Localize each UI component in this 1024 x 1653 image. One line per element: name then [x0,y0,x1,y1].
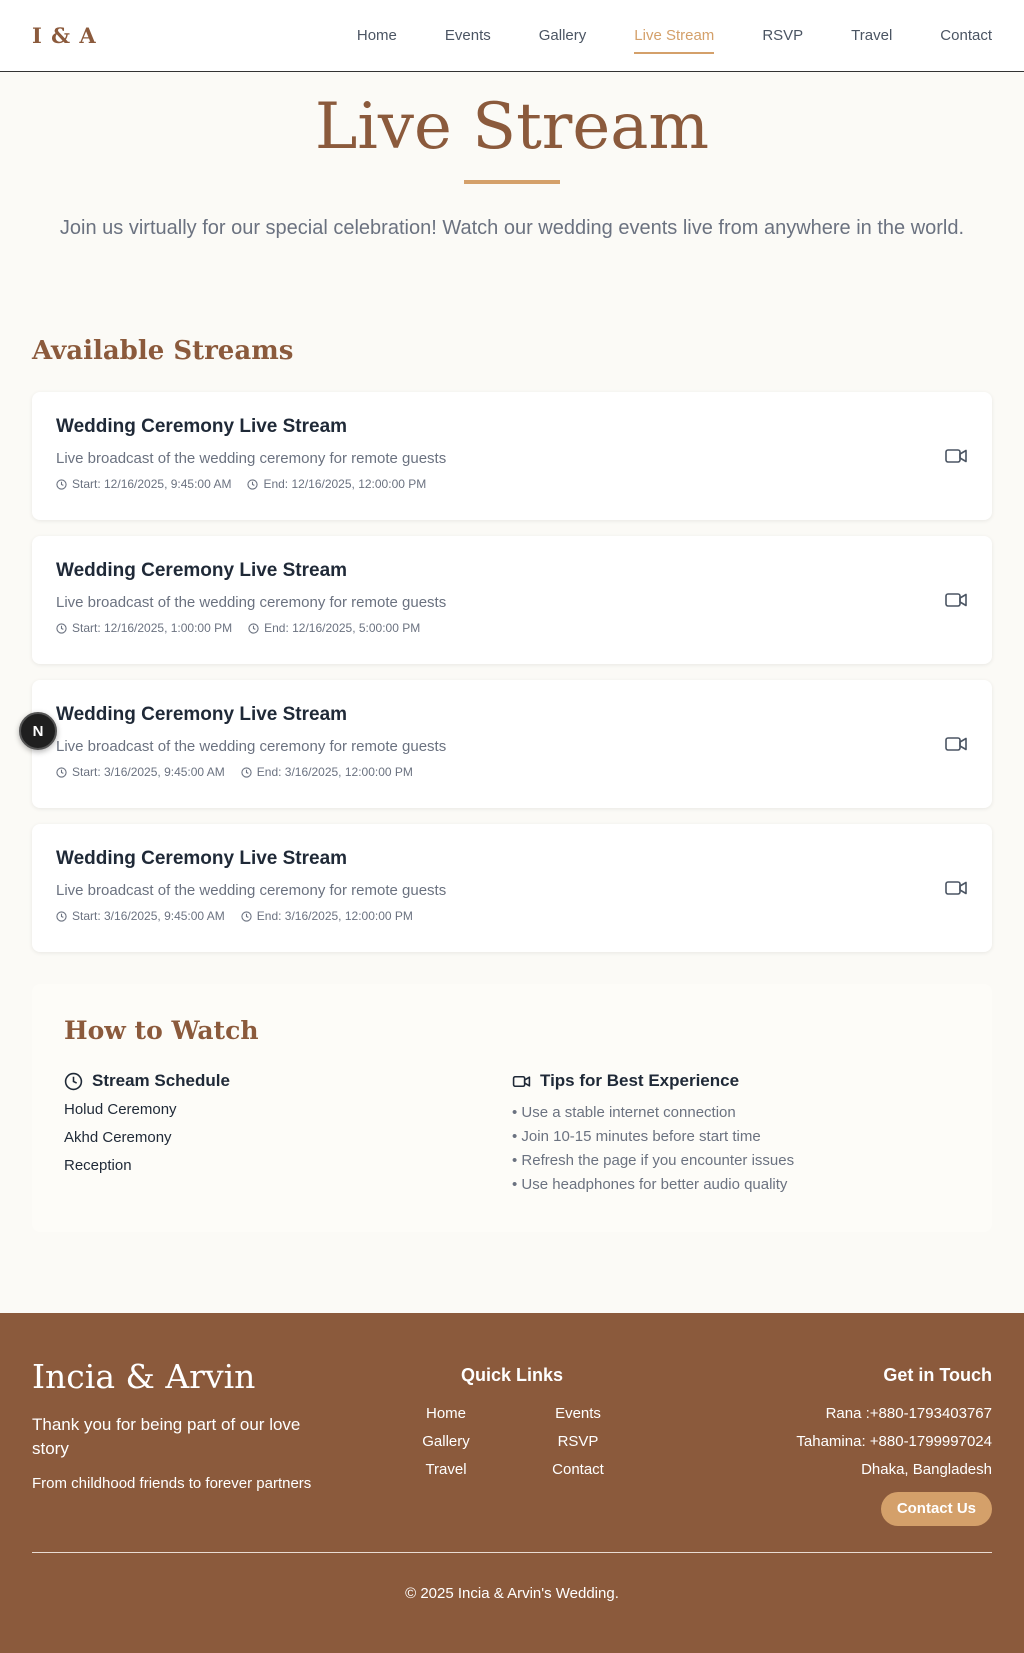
nav-links: Home Events Gallery Live Stream RSVP Tra… [309,21,992,54]
tip-item: • Join 10-15 minutes before start time [512,1128,761,1145]
clock-icon [56,622,67,634]
stream-end-text: End: 12/16/2025, 12:00:00 PM [263,477,427,491]
footer-link-travel[interactable]: Travel [380,1461,512,1479]
stream-description: Live broadcast of the wedding ceremony f… [56,738,447,755]
tips-list: • Use a stable internet connection • Joi… [512,1101,960,1197]
stream-description: Live broadcast of the wedding ceremony f… [56,882,447,899]
nav-link-contact[interactable]: Contact [940,21,992,50]
video-camera-icon[interactable] [944,444,968,468]
video-camera-icon[interactable] [944,732,968,756]
stream-title: Wedding Ceremony Live Stream [56,416,348,437]
clock-icon [248,622,259,634]
stream-start-text: Start: 12/16/2025, 1:00:00 PM [72,621,233,635]
stream-card[interactable]: Wedding Ceremony Live Stream Live broadc… [32,824,992,952]
nav-link-events[interactable]: Events [445,21,491,50]
how-to-watch-columns: Stream Schedule Holud Ceremony Akhd Cere… [64,1071,960,1197]
video-camera-icon [512,1075,531,1087]
footer-link-contact[interactable]: Contact [512,1461,644,1479]
contact-phone-rana: Rana :+880-1793403767 [825,1405,992,1422]
stream-card[interactable]: Wedding Ceremony Live Stream Live broadc… [32,536,992,664]
tip-item: • Refresh the page if you encounter issu… [512,1152,795,1169]
stream-times: Start: 12/16/2025, 1:00:00 PM End: 12/16… [56,621,968,635]
stream-times: Start: 3/16/2025, 9:45:00 AM End: 3/16/2… [56,765,968,779]
stream-description: Live broadcast of the wedding ceremony f… [56,594,447,611]
stream-title: Wedding Ceremony Live Stream [56,560,348,581]
stream-start-text: Start: 3/16/2025, 9:45:00 AM [72,765,225,779]
dev-tools-button[interactable]: N [19,712,57,750]
video-camera-icon[interactable] [944,876,968,900]
contact-info: Rana :+880-1793403767 Tahamina: +880-179… [796,1405,992,1489]
page-title: Live Stream [314,90,710,164]
how-to-watch-section: How to Watch Stream Schedule Holud Cerem… [32,984,992,1232]
stream-card[interactable]: Wedding Ceremony Live Stream Live broadc… [32,680,992,808]
schedule-item: Holud Ceremony [64,1101,177,1118]
stream-start: Start: 12/16/2025, 9:45:00 AM [56,477,231,491]
stream-description: Live broadcast of the wedding ceremony f… [56,450,447,467]
page-subtitle: Join us virtually for our special celebr… [59,217,965,239]
site-logo[interactable]: I & A [32,23,97,48]
stream-title: Wedding Ceremony Live Stream [56,848,348,869]
clock-icon [56,766,67,778]
tips-heading: Tips for Best Experience [512,1071,960,1091]
how-to-watch-heading: How to Watch [64,1016,259,1045]
stream-start: Start: 3/16/2025, 9:45:00 AM [56,765,225,779]
site-footer: Incia & Arvin Thank you for being part o… [0,1313,1024,1653]
footer-link-home[interactable]: Home [380,1405,512,1423]
contact-location: Dhaka, Bangladesh [861,1461,992,1478]
copyright: © 2025 Incia & Arvin's Wedding. [405,1585,619,1602]
tips-for-best-experience: Tips for Best Experience • Use a stable … [512,1071,960,1197]
footer-link-rsvp[interactable]: RSVP [512,1433,644,1451]
clock-icon [56,478,67,490]
clock-icon [247,478,259,490]
contact-us-button[interactable]: Contact Us [880,1492,992,1526]
footer-link-gallery[interactable]: Gallery [380,1433,512,1451]
stream-schedule-title: Stream Schedule [92,1071,230,1090]
tip-item: • Use headphones for better audio qualit… [512,1176,788,1193]
clock-icon [241,910,252,922]
stream-title: Wedding Ceremony Live Stream [56,704,348,725]
get-in-touch-heading: Get in Touch [883,1365,992,1385]
stream-end-text: End: 3/16/2025, 12:00:00 PM [256,765,413,779]
stream-times: Start: 12/16/2025, 9:45:00 AM End: 12/16… [56,477,968,491]
nav-link-home[interactable]: Home [357,21,397,50]
clock-icon [56,910,67,922]
stream-start: Start: 3/16/2025, 9:45:00 AM [56,909,225,923]
stream-schedule: Stream Schedule Holud Ceremony Akhd Cere… [64,1071,512,1197]
stream-end-text: End: 3/16/2025, 12:00:00 PM [256,909,413,923]
stream-card[interactable]: Wedding Ceremony Live Stream Live broadc… [32,392,992,520]
stream-schedule-heading: Stream Schedule [64,1071,512,1091]
stream-list: Wedding Ceremony Live Stream Live broadc… [32,392,992,968]
tips-title: Tips for Best Experience [540,1071,740,1090]
stream-start: Start: 12/16/2025, 1:00:00 PM [56,621,232,635]
stream-end-text: End: 12/16/2025, 5:00:00 PM [264,621,421,635]
footer-subtagline: From childhood friends to forever partne… [32,1475,312,1492]
footer-brand: Incia & Arvin [32,1357,256,1396]
title-divider [464,180,560,184]
contact-phone-tahamina: Tahamina: +880-1799997024 [796,1433,992,1450]
stream-end: End: 3/16/2025, 12:00:00 PM [241,765,413,779]
stream-start-text: Start: 3/16/2025, 9:45:00 AM [72,909,225,923]
clock-icon [64,1072,83,1090]
stream-end: End: 3/16/2025, 12:00:00 PM [241,909,413,923]
stream-end: End: 12/16/2025, 5:00:00 PM [248,621,420,635]
nav-link-live-stream[interactable]: Live Stream [634,21,715,54]
nav-link-rsvp[interactable]: RSVP [762,21,803,50]
nav-link-gallery[interactable]: Gallery [539,21,587,50]
schedule-item: Reception [64,1157,132,1174]
stream-start-text: Start: 12/16/2025, 9:45:00 AM [72,477,232,491]
tip-item: • Use a stable internet connection [512,1104,736,1121]
schedule-item: Akhd Ceremony [64,1129,172,1146]
stream-end: End: 12/16/2025, 12:00:00 PM [247,477,426,491]
footer-divider [32,1552,992,1553]
video-camera-icon[interactable] [944,588,968,612]
stream-times: Start: 3/16/2025, 9:45:00 AM End: 3/16/2… [56,909,968,923]
top-navbar: I & A Home Events Gallery Live Stream RS… [0,0,1024,72]
nav-link-travel[interactable]: Travel [851,21,892,50]
available-streams-heading: Available Streams [32,336,294,366]
quick-links-heading: Quick Links [460,1365,564,1385]
clock-icon [241,766,252,778]
footer-tagline: Thank you for being part of our love sto… [32,1415,301,1458]
quick-links: Home Events Gallery RSVP Travel Contact [380,1405,644,1479]
footer-link-events[interactable]: Events [512,1405,644,1423]
